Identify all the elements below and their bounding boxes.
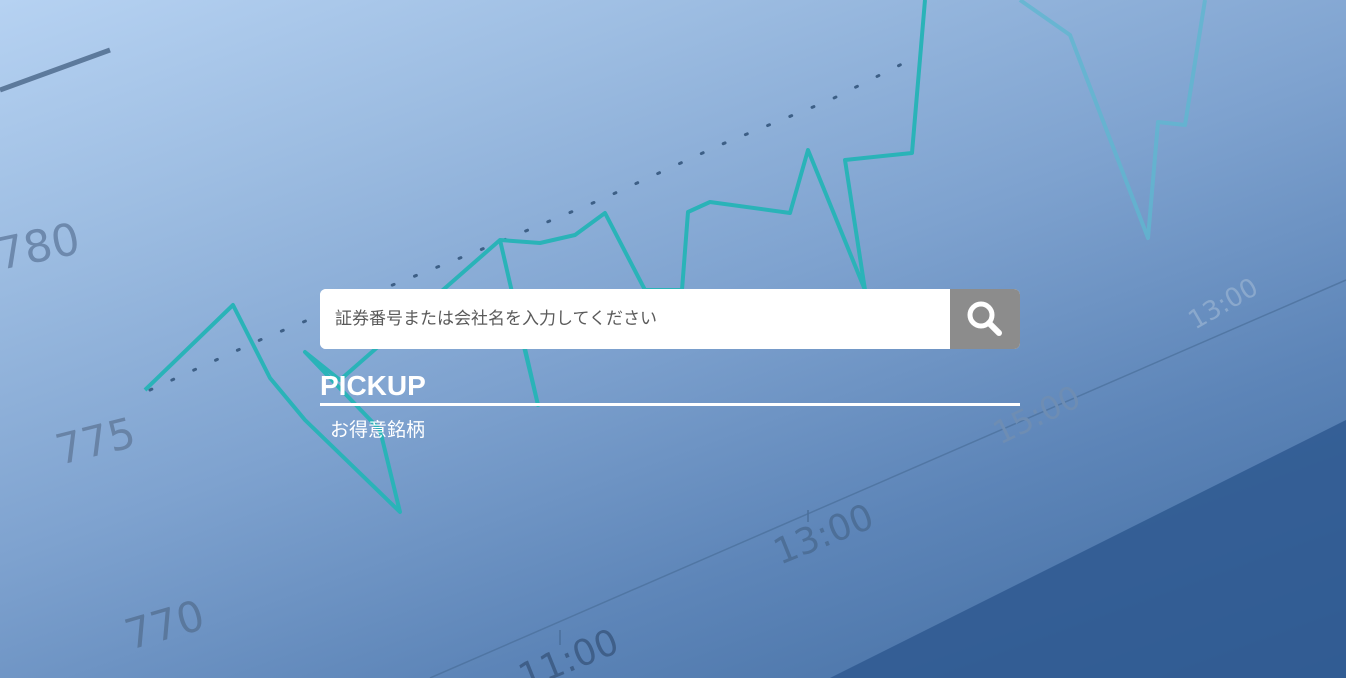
- search-form: [320, 289, 1020, 349]
- hero-section: 780 775 770 13:00 11:00 15:00 13:00 PICK…: [0, 0, 1346, 678]
- search-section: PICKUP お得意銘柄: [320, 289, 1020, 442]
- pickup-heading: PICKUP: [320, 370, 1020, 406]
- search-input[interactable]: [320, 289, 950, 349]
- search-icon: [967, 301, 1002, 336]
- pickup-link-favorite-stocks[interactable]: お得意銘柄: [330, 415, 425, 442]
- tick-label: 13:00: [1184, 273, 1264, 336]
- tick-label: 13:00: [768, 496, 880, 573]
- tick-label: 770: [119, 590, 210, 659]
- tick-label: 775: [51, 408, 141, 475]
- tick-label: 11:00: [513, 621, 625, 678]
- search-button[interactable]: [950, 289, 1020, 349]
- tick-label: 780: [0, 213, 84, 280]
